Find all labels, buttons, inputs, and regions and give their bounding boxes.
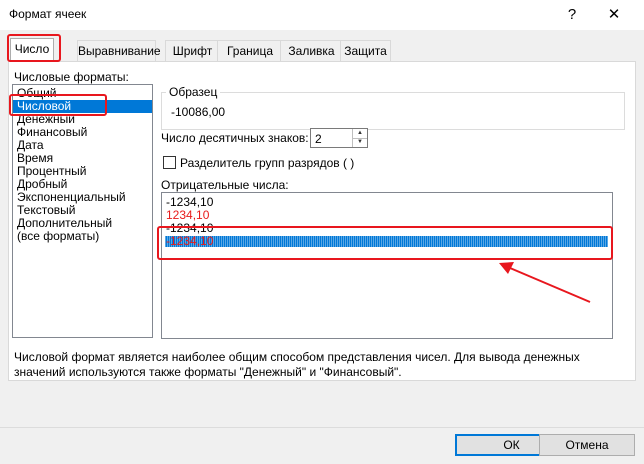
tab-alignment[interactable]: Выравнивание <box>77 40 161 61</box>
help-button[interactable]: ? <box>560 4 584 26</box>
sample-value: -10086,00 <box>171 105 226 119</box>
tab-font[interactable]: Шрифт <box>165 40 220 61</box>
close-button[interactable]: ✕ <box>602 4 626 26</box>
separator-label: Разделитель групп разрядов ( ) <box>180 156 355 170</box>
negative-list[interactable]: -1234,10 1234,10 -1234,10 -1234,10 <box>161 192 613 339</box>
negative-label: Отрицательные числа: <box>161 178 289 192</box>
separator-line <box>0 427 644 428</box>
decimals-label: Число десятичных знаков: <box>161 131 309 145</box>
negative-item-selected[interactable]: -1234,10 <box>166 235 213 248</box>
tab-border[interactable]: Граница <box>217 40 283 61</box>
title-bar: Формат ячеек ? ✕ <box>0 0 644 30</box>
formats-label: Числовые форматы: <box>14 70 129 84</box>
formats-list[interactable]: Общий Числовой Денежный Финансовый Дата … <box>12 84 153 338</box>
stepper-down-icon[interactable]: ▼ <box>352 138 367 147</box>
tab-protection[interactable]: Защита <box>340 40 391 61</box>
format-description: Числовой формат является наиболее общим … <box>14 350 580 379</box>
list-item[interactable]: (все форматы) <box>13 230 152 243</box>
tab-fill[interactable]: Заливка <box>280 40 343 61</box>
tab-number[interactable]: Число <box>10 38 54 62</box>
cancel-button[interactable]: Отмена <box>539 434 635 456</box>
window-title: Формат ячеек <box>9 7 87 21</box>
negative-selected-highlight <box>165 236 608 247</box>
sample-group <box>161 92 625 130</box>
decimals-value[interactable]: 2 <box>315 132 322 146</box>
sample-label: Образец <box>166 85 221 99</box>
decimals-stepper[interactable]: 2 ▲ ▼ <box>310 128 368 148</box>
separator-checkbox[interactable] <box>163 156 176 169</box>
